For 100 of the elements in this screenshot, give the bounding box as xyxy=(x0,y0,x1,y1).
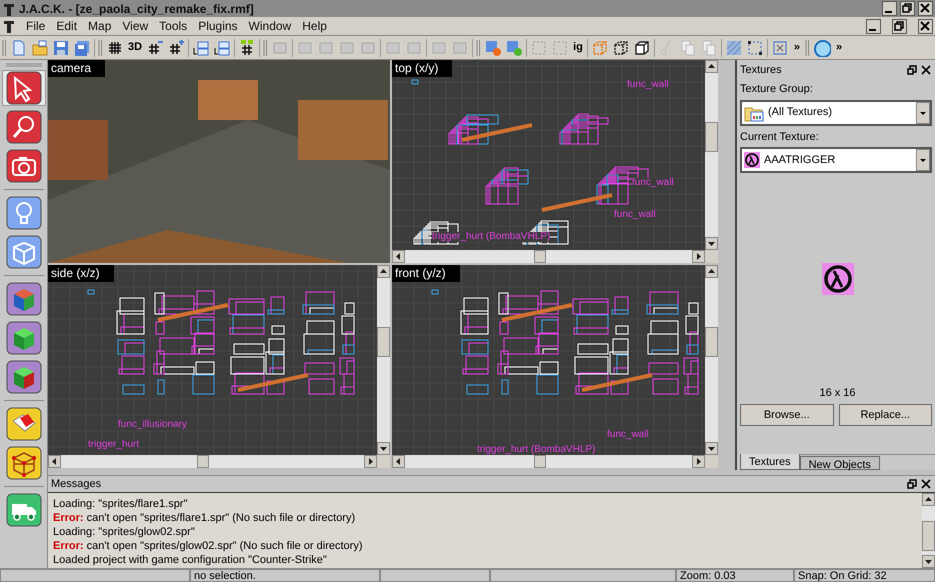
undock-button[interactable] xyxy=(907,65,917,75)
scrollbar[interactable] xyxy=(705,60,718,250)
dropdown[interactable]: AAATRIGGER xyxy=(740,147,932,173)
cube-outline-icon xyxy=(6,235,42,269)
scroll-thumb[interactable] xyxy=(534,455,546,468)
menu-item[interactable]: Tools xyxy=(159,17,188,35)
dotted-square-icon[interactable] xyxy=(551,38,570,56)
overflow-button[interactable]: » xyxy=(834,42,844,53)
message-line: Error: can't open "sprites/glow02.spr" (No such file or directory) xyxy=(53,539,364,553)
toolbar-grip-icon[interactable] xyxy=(4,63,44,67)
message-line: Loaded project with game configuration "Counter-Strike" xyxy=(53,553,328,567)
app-logo-icon xyxy=(2,2,16,16)
viewport-label[interactable]: camera xyxy=(48,60,106,77)
scrollbar-corner xyxy=(377,455,390,468)
panel-title: Messages xyxy=(51,476,102,492)
restore-button[interactable] xyxy=(900,1,915,16)
grid-minus-icon[interactable] xyxy=(146,38,164,56)
shaded-cube-icon xyxy=(6,321,42,355)
scrollbar[interactable] xyxy=(705,265,718,455)
entity-label: trigger_hurt (BombaVHLP) xyxy=(477,445,596,455)
panel-button[interactable]: Browse... xyxy=(740,404,834,426)
close-button[interactable] xyxy=(920,479,932,489)
close-button[interactable] xyxy=(920,65,932,75)
scrollbar[interactable] xyxy=(392,250,705,263)
entity-label: func_illusionary xyxy=(118,420,187,430)
menu-item[interactable]: Map xyxy=(88,17,112,35)
scroll-thumb[interactable] xyxy=(705,327,718,358)
viewport-label[interactable]: front (y/z) xyxy=(392,265,460,282)
cube-icon[interactable] xyxy=(632,38,651,56)
colored-cube-icon xyxy=(6,282,42,316)
panel-tab[interactable]: Textures xyxy=(740,454,800,470)
undock-button[interactable] xyxy=(907,479,917,489)
status-text: Zoom: 0.03 xyxy=(676,569,794,582)
minimize-button[interactable] xyxy=(882,1,897,16)
layers-icon[interactable] xyxy=(213,38,232,56)
scrollbar[interactable] xyxy=(392,455,705,468)
entity-label: func_wall xyxy=(632,178,674,188)
floppy-disks-icon[interactable] xyxy=(73,38,91,56)
toolbar-grip-icon[interactable] xyxy=(476,38,482,56)
close-button[interactable] xyxy=(918,18,933,34)
toolbar-grip-icon[interactable] xyxy=(98,38,103,56)
toolbar-button[interactable]: ig xyxy=(572,42,584,53)
tilted-block-icon xyxy=(6,407,42,441)
scrollbar-corner xyxy=(705,455,718,468)
cube-outline-icon[interactable] xyxy=(612,38,630,56)
scroll-thumb[interactable] xyxy=(197,455,210,468)
menu-item[interactable]: Window xyxy=(248,17,292,35)
menu-item[interactable]: View xyxy=(122,17,148,35)
menu-item[interactable]: Edit xyxy=(56,17,78,35)
crossed-square-icon[interactable] xyxy=(770,38,789,56)
panel-title: Textures xyxy=(740,62,783,78)
dropdown[interactable]: (All Textures) xyxy=(740,100,932,126)
grid-plus-icon[interactable] xyxy=(167,38,186,56)
field-label: Current Texture: xyxy=(740,130,820,144)
folder-icon[interactable] xyxy=(31,38,49,56)
scrollbar[interactable] xyxy=(377,265,390,455)
tool-button[interactable] xyxy=(2,70,46,106)
window-title: J.A.C.K. - [ze_paola_city_remake_fix.rmf] xyxy=(19,0,254,18)
scroll-thumb[interactable] xyxy=(705,122,718,152)
toolbar-button[interactable]: 3D xyxy=(127,42,144,53)
layers-icon[interactable] xyxy=(192,38,210,56)
scrollbar[interactable] xyxy=(48,455,377,468)
message-line: Loading: "sprites/glow02.spr" xyxy=(53,525,196,539)
camera-icon xyxy=(6,149,42,183)
truck-icon xyxy=(6,493,42,527)
viewport-label[interactable]: side (x/z) xyxy=(48,265,114,282)
entity-label: func_wall xyxy=(614,210,656,220)
close-button[interactable] xyxy=(918,1,933,16)
toolbar-grip-icon[interactable] xyxy=(804,38,810,56)
status-text: no selection. xyxy=(190,569,380,582)
entity-label: func_wall xyxy=(627,80,669,90)
minimize-button[interactable] xyxy=(866,18,881,34)
entity-label: trigger_hurt xyxy=(88,440,140,450)
panel-button[interactable]: Replace... xyxy=(838,404,932,426)
entity-label: func_wall xyxy=(607,430,649,440)
cube-with-face-icon xyxy=(6,360,42,394)
dashed-square-icon[interactable] xyxy=(746,38,764,56)
menu-item[interactable]: File xyxy=(26,17,46,35)
light-bulb-icon xyxy=(6,196,42,230)
viewport-label[interactable]: top (x/y) xyxy=(392,60,452,77)
panel-tab[interactable]: New Objects xyxy=(800,456,880,470)
magnifier-icon xyxy=(6,110,42,144)
menu-item[interactable]: Plugins xyxy=(198,17,238,35)
dotted-square-icon[interactable] xyxy=(530,38,548,56)
menu-item[interactable]: Help xyxy=(302,17,327,35)
lambda-texture-icon xyxy=(744,152,760,168)
message-line: Loading: "sprites/flare1.spr" xyxy=(53,497,188,511)
toolbar-grip-icon[interactable] xyxy=(263,38,268,56)
texture-size: 16 x 16 xyxy=(819,386,856,400)
overflow-button[interactable]: » xyxy=(792,42,802,53)
scroll-thumb[interactable] xyxy=(377,327,390,358)
scroll-thumb[interactable] xyxy=(534,250,546,263)
scroll-thumb[interactable] xyxy=(922,520,935,551)
scrollbar[interactable] xyxy=(922,493,935,568)
entity-label: trigger_hurt (BombaVHLP) xyxy=(432,232,550,242)
message-line: Error: can't open "sprites/flare1.spr" (No such file or directory) xyxy=(53,511,356,525)
restore-button[interactable] xyxy=(892,18,907,34)
scrollbar-corner xyxy=(705,250,718,263)
texture-preview xyxy=(822,262,854,295)
toolbar-grip-icon[interactable] xyxy=(2,38,7,56)
